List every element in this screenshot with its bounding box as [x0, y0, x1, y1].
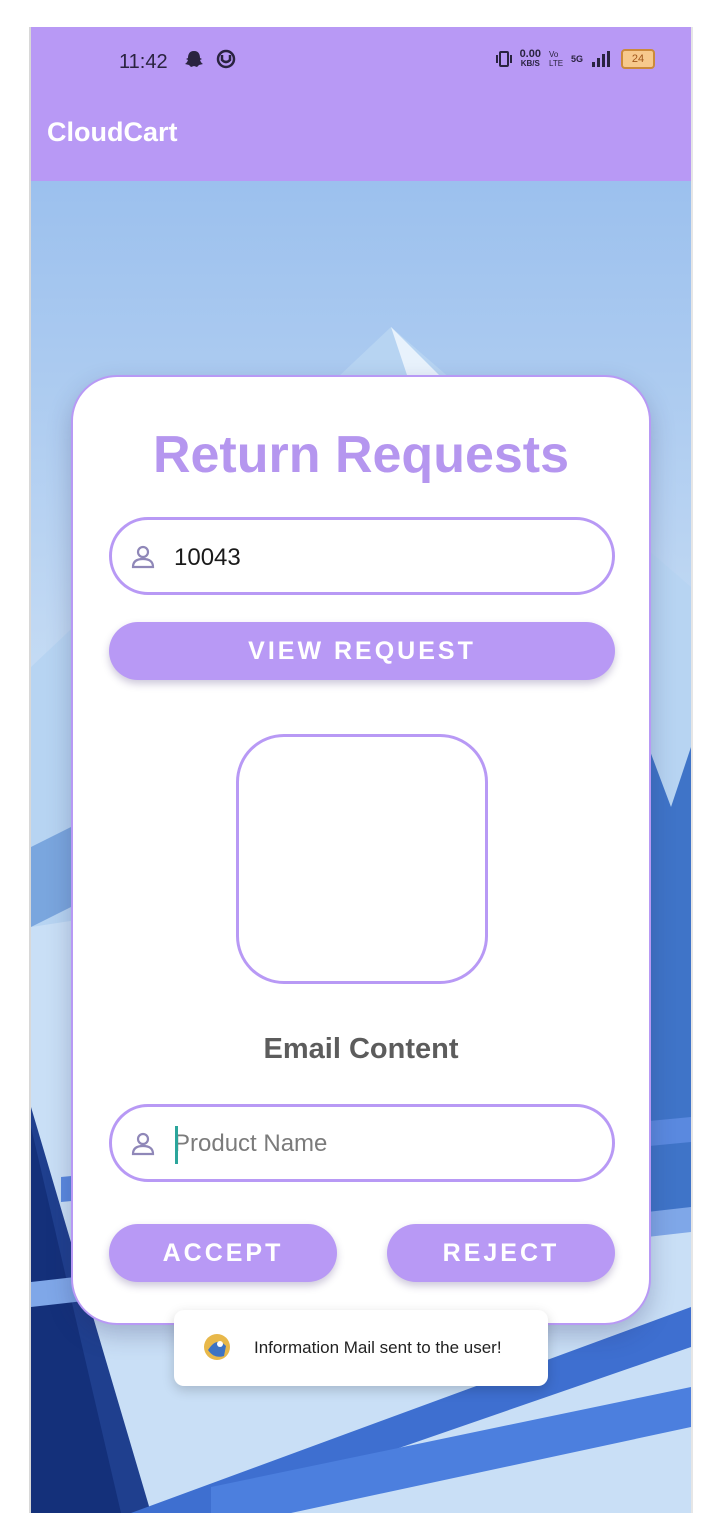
app-notification-icon: [216, 49, 236, 69]
volte-icon: Vo LTE: [548, 50, 564, 68]
signal-icon: [592, 51, 610, 67]
page-title: Return Requests: [152, 426, 570, 484]
status-bar: 11:42 0.00 KB/S Vo LTE 5G 24: [31, 27, 691, 99]
vibrate-icon: [495, 51, 512, 67]
request-id-field[interactable]: 10043: [109, 517, 615, 595]
data-speed-unit: KB/S: [520, 59, 540, 68]
reject-button[interactable]: REJECT: [387, 1224, 615, 1282]
battery-level: 24: [631, 53, 645, 65]
toast-message: Information Mail sent to the user!: [254, 1338, 502, 1357]
return-requests-card: Return Requests 10043 VIEW REQUEST Email…: [71, 375, 651, 1325]
product-image-placeholder: [236, 734, 488, 984]
app-title: CloudCart: [47, 117, 178, 147]
app-icon: [204, 1334, 230, 1360]
app-bar: CloudCart: [31, 99, 691, 181]
product-name-input[interactable]: [174, 1125, 594, 1163]
person-icon: [131, 1132, 155, 1156]
data-speed-value: 0.00: [519, 48, 541, 60]
accept-button[interactable]: ACCEPT: [109, 1224, 337, 1282]
phone-screen: 11:42 0.00 KB/S Vo LTE 5G 24 CloudCart R…: [31, 27, 691, 1513]
view-request-button[interactable]: VIEW REQUEST: [109, 622, 615, 680]
network-gen-label: 5G: [570, 54, 583, 64]
text-cursor: [175, 1126, 178, 1164]
snapchat-icon: [185, 51, 203, 67]
person-icon: [131, 545, 155, 569]
email-content-label: Email Content: [263, 1033, 459, 1065]
request-id-value: 10043: [174, 544, 241, 571]
product-name-field[interactable]: [109, 1104, 615, 1182]
toast-notification: Information Mail sent to the user!: [174, 1310, 548, 1386]
battery-icon: 24: [621, 49, 655, 69]
status-time: 11:42: [119, 51, 168, 73]
